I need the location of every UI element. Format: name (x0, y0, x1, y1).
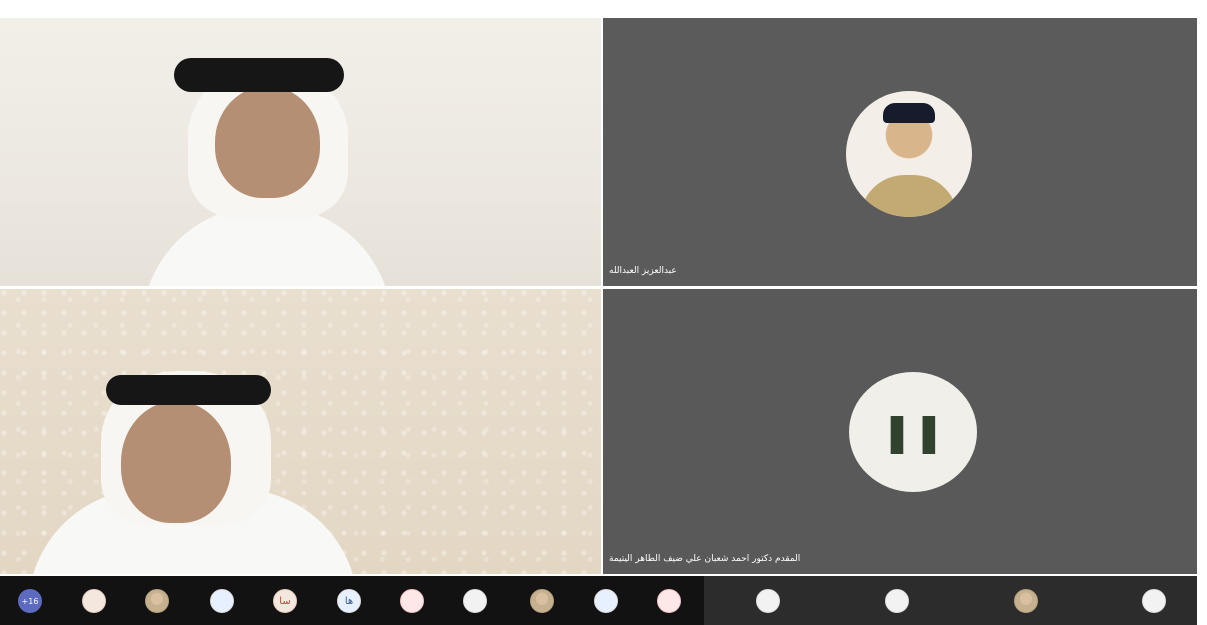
participant-chip-photo[interactable] (145, 589, 169, 613)
participant-chip[interactable]: سا (273, 589, 297, 613)
participant-video-tile-1[interactable] (0, 18, 601, 286)
participants-strip: +16 سا ها (0, 576, 1197, 625)
participant-chip[interactable] (400, 589, 424, 613)
participant-1-video-feed (142, 48, 420, 286)
participant-chip[interactable] (463, 589, 487, 613)
participant-avatar-tile-1[interactable]: عبدالعزيز العبدالله (603, 18, 1197, 286)
participant-chip-photo[interactable] (530, 589, 554, 613)
participant-2-video-feed (28, 349, 416, 574)
participant-chip[interactable] (594, 589, 618, 613)
participant-chip-photo[interactable] (1014, 589, 1038, 613)
participant-avatar-tile-2[interactable]: ❚❚ المقدم دكتور احمد شعبان علي ضيف الطاه… (603, 289, 1197, 574)
participant-chip[interactable] (885, 589, 909, 613)
participant-chip[interactable] (657, 589, 681, 613)
participant-chip[interactable] (82, 589, 106, 613)
participant-chip[interactable] (756, 589, 780, 613)
participant-chip[interactable]: ها (337, 589, 361, 613)
pause-icon: ❚❚ (881, 410, 945, 454)
video-call-screen: عبدالعزيز العبدالله ❚❚ المقدم دكتور احمد… (0, 0, 1207, 625)
participant-name-label: المقدم دكتور احمد شعبان علي ضيف الطاهر ا… (609, 554, 801, 564)
participant-video-tile-2[interactable] (0, 289, 601, 574)
paused-video-avatar: ❚❚ (849, 372, 977, 492)
participant-chip[interactable] (210, 589, 234, 613)
more-participants-badge[interactable]: +16 (18, 589, 42, 613)
participant-name-label: عبدالعزيز العبدالله (609, 266, 677, 276)
profile-photo-avatar (846, 91, 972, 217)
participant-chip[interactable] (1142, 589, 1166, 613)
